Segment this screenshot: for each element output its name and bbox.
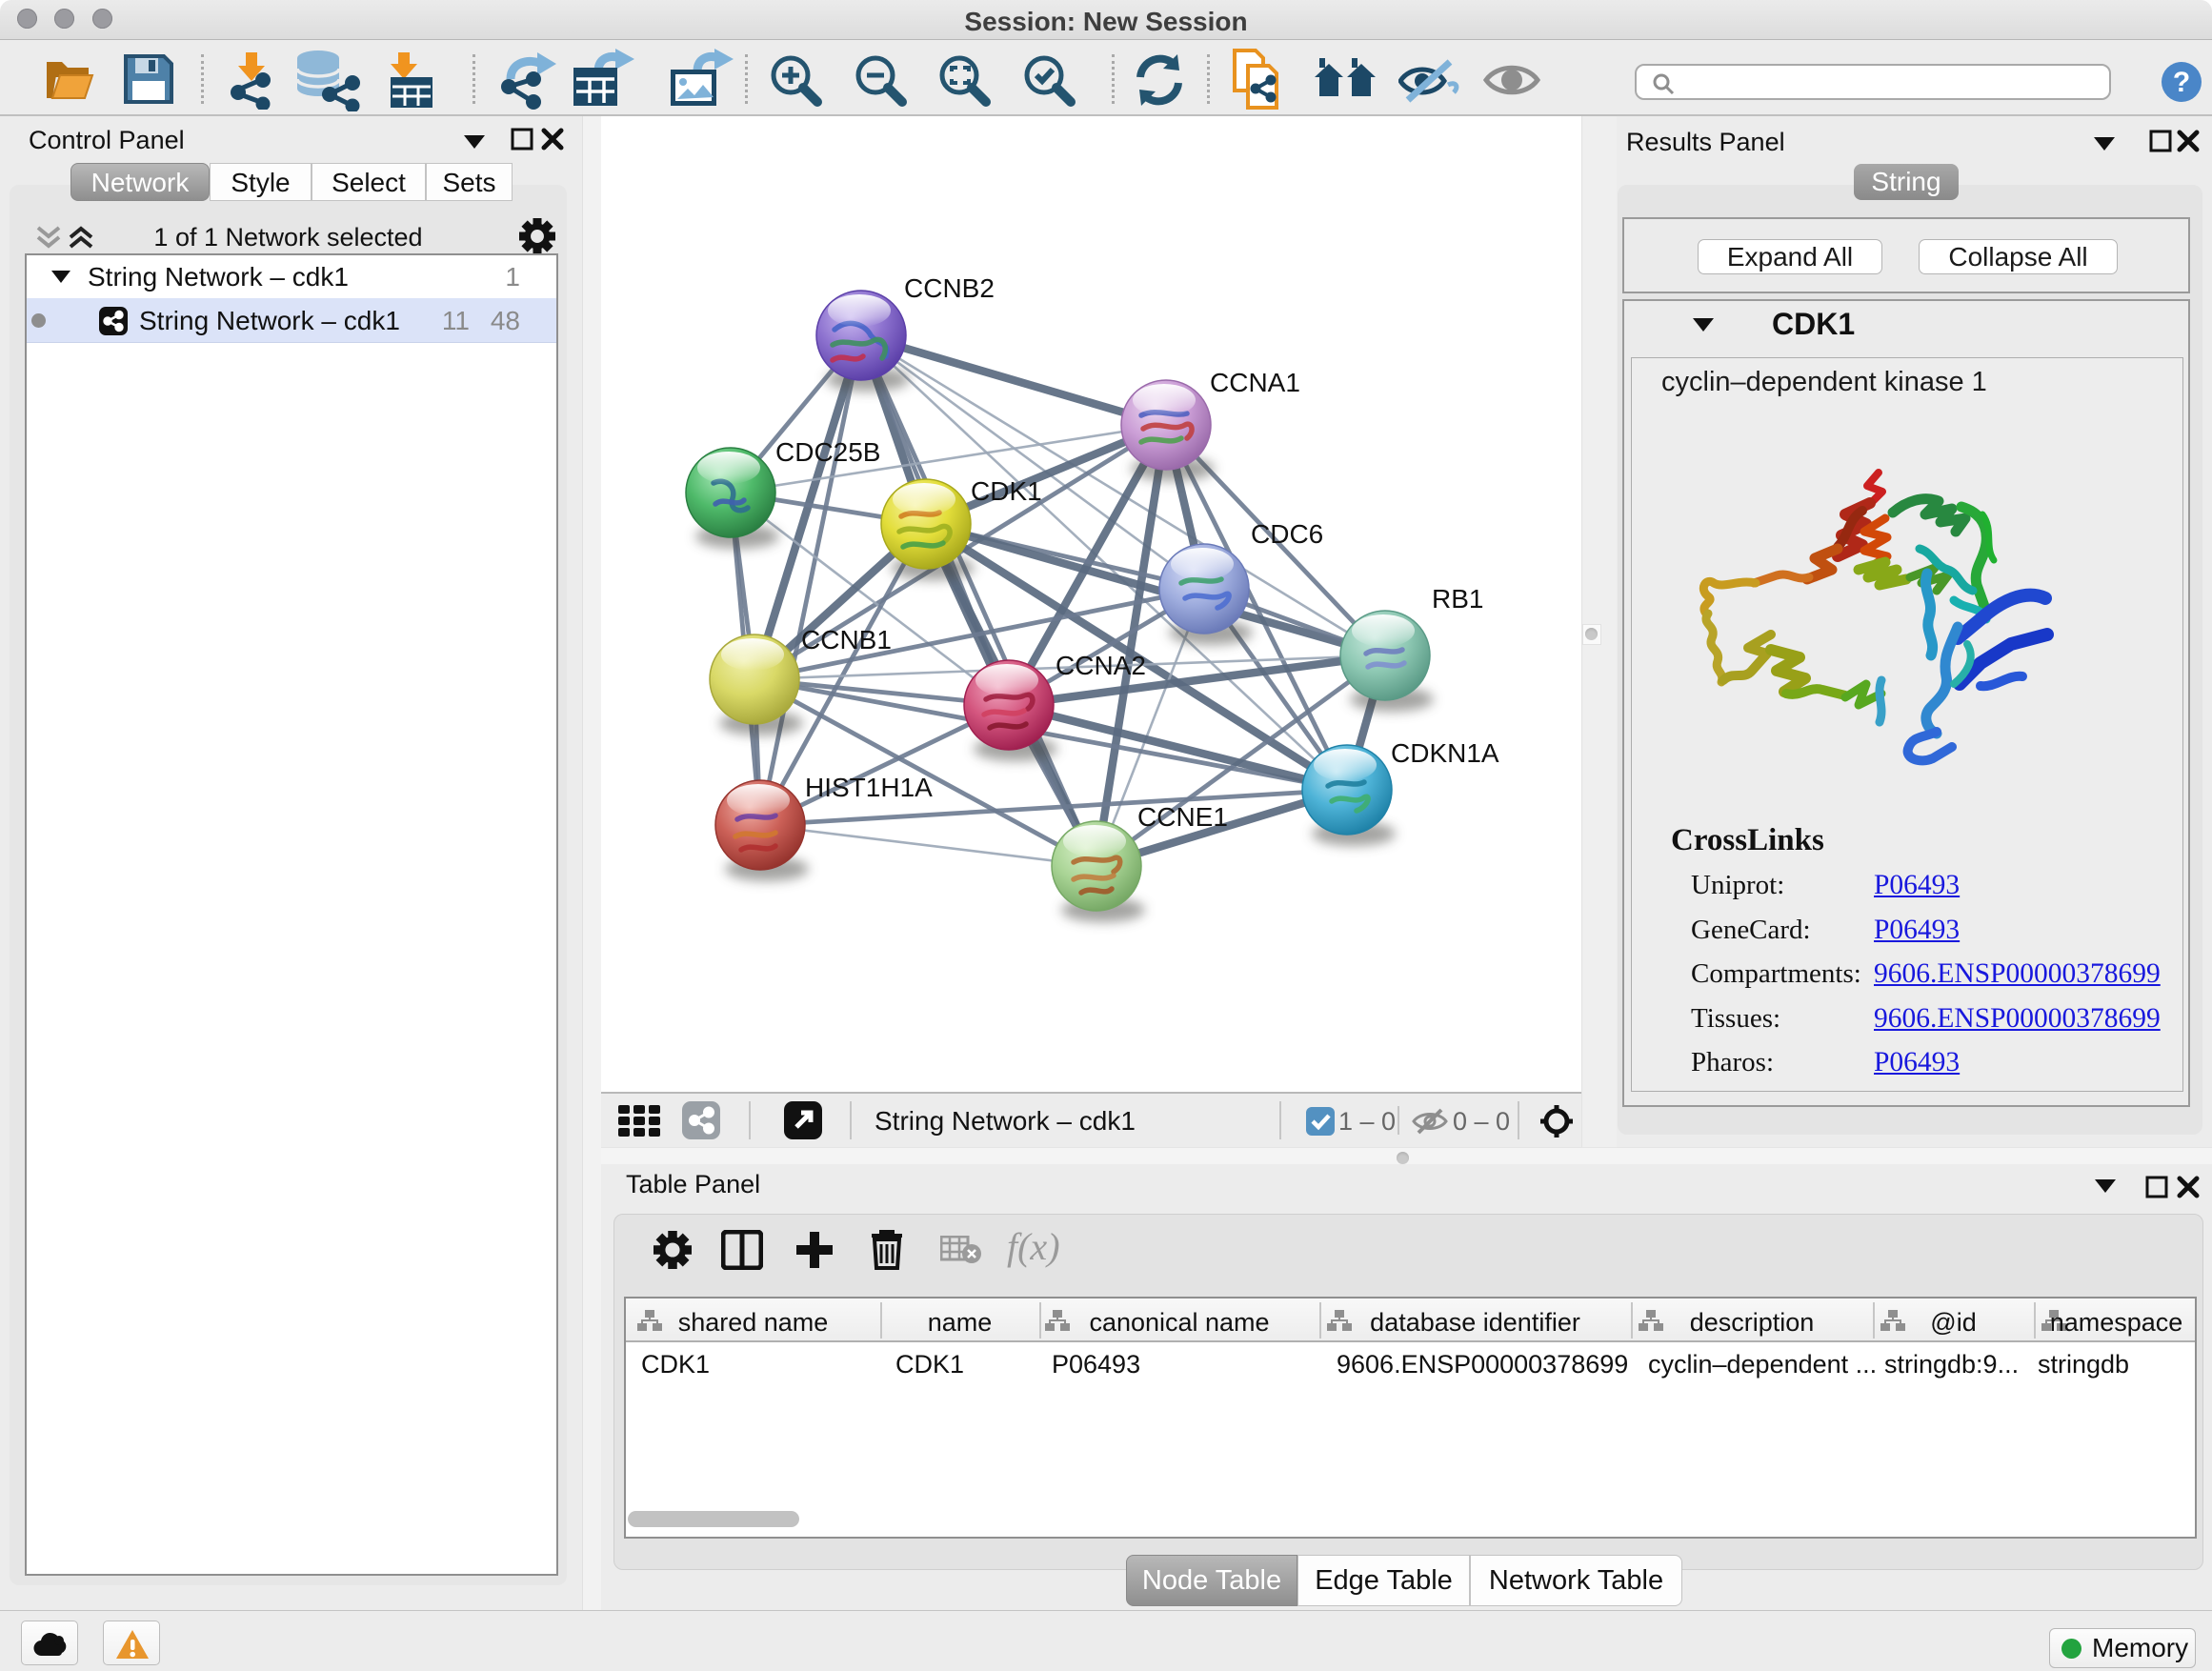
- svg-text:CCNB2: CCNB2: [904, 273, 995, 303]
- svg-text:CDC25B: CDC25B: [775, 437, 880, 467]
- svg-text:CDKN1A: CDKN1A: [1391, 738, 1499, 768]
- svg-text:RB1: RB1: [1432, 584, 1483, 614]
- svg-text:CDK1: CDK1: [971, 476, 1042, 506]
- svg-text:CDC6: CDC6: [1251, 519, 1323, 549]
- svg-text:HIST1H1A: HIST1H1A: [805, 773, 933, 802]
- svg-text:CCNB1: CCNB1: [801, 625, 892, 654]
- svg-text:CCNA1: CCNA1: [1210, 368, 1300, 397]
- svg-text:CCNA2: CCNA2: [1056, 651, 1146, 680]
- svg-text:CCNE1: CCNE1: [1137, 802, 1228, 832]
- svg-text:?: ?: [2173, 67, 2190, 98]
